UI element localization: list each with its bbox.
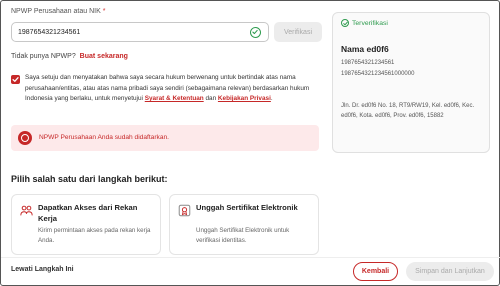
required-mark: * [102, 8, 106, 15]
access-from-colleague-card[interactable]: Dapatkan Akses dari Rekan Kerja Kirim pe… [11, 194, 161, 255]
checkmark-icon [12, 77, 19, 82]
card-title: Dapatkan Akses dari Rekan Kerja [38, 203, 138, 223]
verified-text: Terverifikasi [352, 19, 388, 27]
skip-step-link[interactable]: Lewati Langkah Ini [11, 266, 74, 273]
no-npwp-text: Tidak punya NPWP? [11, 53, 76, 60]
save-continue-button[interactable]: Simpan dan Lanjutkan [406, 262, 494, 281]
npwp-input-value: 1987654321234561 [18, 29, 81, 36]
company-npwp-full: 1987654321234561000000 [341, 71, 415, 77]
error-alert: NPWP Perusahaan Anda sudah didaftarkan. [11, 125, 319, 151]
page-frame: NPWP Perusahaan atau NIK * 1987654321234… [0, 0, 500, 286]
verify-button[interactable]: Verifikasi [274, 22, 322, 42]
company-name: Nama ed0f6 [341, 44, 389, 54]
npwp-input[interactable]: 1987654321234561 [11, 22, 269, 42]
people-icon [20, 205, 33, 216]
verified-check-icon [341, 19, 349, 27]
certificate-icon [178, 204, 191, 217]
verified-status: Terverifikasi [341, 19, 388, 27]
consent-and: dan [205, 95, 217, 102]
card-description: Unggah Sertifikat Elektronik untuk verif… [196, 227, 290, 244]
steps-title: Pilih salah satu dari langkah berikut: [11, 174, 168, 184]
privacy-link[interactable]: Kebijakan Privasi [218, 95, 271, 102]
npwp-label-text: NPWP Perusahaan atau NIK [11, 8, 101, 15]
terms-link[interactable]: Syarat & Ketentuan [145, 95, 204, 102]
company-address: Jln. Dr. ed0f6 No. 18, RT9/RW19, Kel. ed… [341, 103, 475, 119]
alert-icon [18, 131, 32, 145]
card-description: Kirim permintaan akses pada rekan kerja … [38, 227, 151, 244]
upload-certificate-card[interactable]: Unggah Sertifikat Elektronik Unggah Sert… [169, 194, 319, 255]
consent-checkbox[interactable] [11, 75, 20, 84]
card-title: Unggah Sertifikat Elektronik [196, 203, 298, 212]
no-npwp-row: Tidak punya NPWP? Buat sekarang [11, 53, 128, 60]
consent-end: . [270, 95, 273, 102]
consent-text: Saya setuju dan menyatakan bahwa saya se… [25, 73, 319, 105]
footer-divider [1, 257, 500, 258]
npwp-label: NPWP Perusahaan atau NIK * [11, 8, 105, 15]
alert-text: NPWP Perusahaan Anda sudah didaftarkan. [39, 134, 170, 141]
company-info-card: Terverifikasi Nama ed0f6 198765432123456… [332, 12, 490, 153]
check-circle-icon [250, 27, 261, 38]
back-button[interactable]: Kembali [353, 262, 398, 281]
company-npwp: 1987654321234561 [341, 60, 395, 66]
create-npwp-link[interactable]: Buat sekarang [80, 53, 128, 60]
